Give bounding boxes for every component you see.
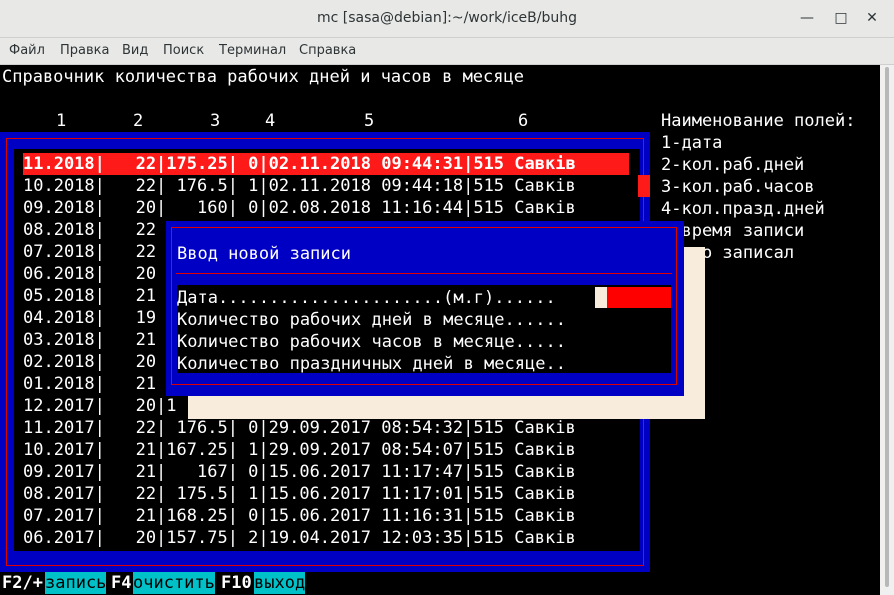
menu-edit[interactable]: Правка: [60, 43, 109, 58]
terminal-scrollbar[interactable]: [880, 65, 894, 595]
clear-button[interactable]: очистить: [133, 572, 215, 594]
table-row[interactable]: 04.2018| 19: [23, 307, 156, 329]
table-row[interactable]: 05.2018| 21: [23, 285, 156, 307]
window-titlebar: mc [sasa@debian]:~/work/iceB/buhg — □ ✕: [0, 0, 894, 38]
table-row[interactable]: 02.2018| 20: [23, 351, 156, 373]
column-number: 3: [210, 111, 221, 131]
fkey-key: F4: [111, 573, 132, 593]
table-row[interactable]: 07.2017| 21|168.25| 0|15.06.2017 11:16:3…: [23, 505, 576, 527]
menu-help[interactable]: Справка: [299, 43, 356, 58]
window-title: mc [sasa@debian]:~/work/iceB/buhg: [317, 10, 577, 26]
text-cursor: [595, 287, 607, 308]
table-row[interactable]: 06.2018| 20: [23, 263, 156, 285]
table-row[interactable]: 11.2017| 22| 176.5| 0|29.09.2017 08:54:3…: [23, 417, 576, 439]
work-days-field[interactable]: Количество рабочих дней в месяце......: [177, 309, 566, 331]
fkey-key: F10: [221, 573, 252, 593]
scroll-position-marker: [638, 175, 650, 197]
table-row[interactable]: 03.2018| 21: [23, 329, 156, 351]
dialog-title: Ввод новой записи: [177, 244, 351, 264]
column-number: 5: [364, 111, 375, 131]
table-row[interactable]: 09.2018| 20| 160| 0|02.08.2018 11:16:44|…: [23, 197, 576, 219]
field-names-title: Наименование полей:: [661, 111, 856, 131]
menu-search[interactable]: Поиск: [163, 43, 204, 58]
table-row[interactable]: 08.2018| 22: [23, 219, 156, 241]
table-row-selected[interactable]: 11.2018| 22|175.25| 0|02.11.2018 09:44:3…: [23, 153, 629, 175]
field-name-item: 4-кол.празд.дней: [661, 199, 825, 219]
dialog-separator: [176, 273, 672, 274]
table-row[interactable]: 07.2018| 22: [23, 241, 156, 263]
menu-file[interactable]: Файл: [9, 43, 45, 58]
scrollbar-thumb[interactable]: [885, 67, 889, 587]
save-button[interactable]: запись: [45, 572, 107, 594]
menu-view[interactable]: Вид: [122, 43, 148, 58]
field-name-item: 3-кол.раб.часов: [661, 177, 815, 197]
maximize-button[interactable]: □: [831, 8, 851, 28]
date-input[interactable]: [607, 287, 671, 308]
menu-bar: Файл Правка Вид Поиск Терминал Справка: [0, 38, 894, 65]
table-row[interactable]: 10.2018| 22| 176.5| 1|02.11.2018 09:44:1…: [23, 175, 576, 197]
work-hours-field[interactable]: Количество рабочих часов в месяце.....: [177, 331, 566, 353]
menu-terminal[interactable]: Терминал: [219, 43, 286, 58]
field-name-item: 2-кол.раб.дней: [661, 155, 805, 175]
date-field-label: Дата......................(м.г)......: [177, 288, 556, 308]
holidays-field[interactable]: Количество праздничных дней в месяце..: [177, 353, 566, 375]
table-row[interactable]: 10.2017| 21|167.25| 1|29.09.2017 08:54:0…: [23, 439, 576, 461]
table-row[interactable]: 06.2017| 20|157.75| 2|19.04.2017 12:03:3…: [23, 527, 576, 549]
column-number: 4: [265, 111, 276, 131]
exit-button[interactable]: выход: [254, 572, 306, 594]
screen-heading: Справочник количества рабочих дней и час…: [2, 67, 524, 87]
close-button[interactable]: ✕: [862, 8, 882, 28]
table-row[interactable]: 01.2018| 21: [23, 373, 156, 395]
column-number: 1: [56, 111, 67, 131]
minimize-button[interactable]: —: [797, 8, 817, 28]
table-row[interactable]: 08.2017| 22| 175.5| 1|15.06.2017 11:17:0…: [23, 483, 576, 505]
fkey-key: F2/+: [2, 573, 43, 593]
table-row[interactable]: 09.2017| 21| 167| 0|15.06.2017 11:17:47|…: [23, 461, 576, 483]
column-number: 2: [133, 111, 144, 131]
field-name-item: 1-дата: [661, 133, 723, 153]
column-number: 6: [518, 111, 529, 131]
table-row[interactable]: 12.2017| 20|1: [23, 395, 177, 417]
